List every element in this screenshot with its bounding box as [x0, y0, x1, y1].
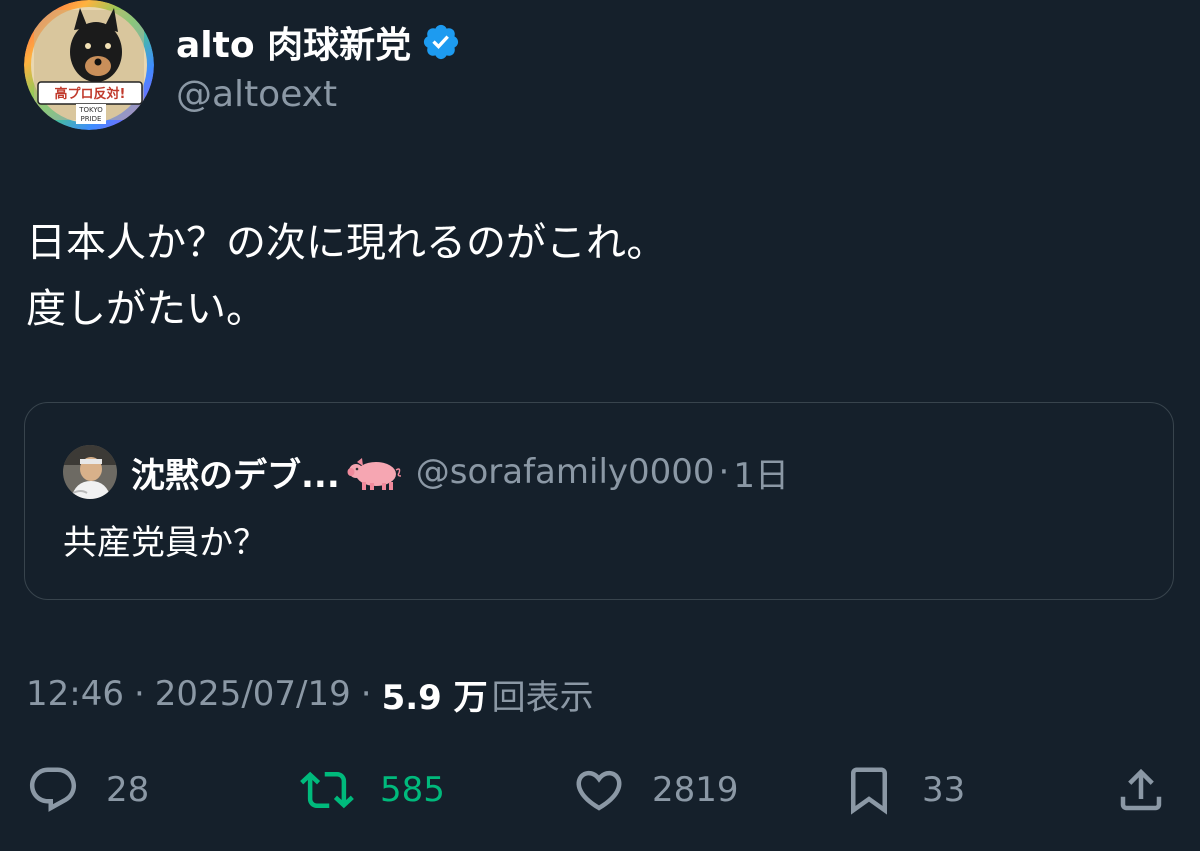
retweet-count: 585 — [380, 770, 445, 810]
separator-dot: · — [360, 674, 372, 714]
avatar-badge-text: 高プロ反対! — [55, 86, 126, 102]
tweet-date[interactable]: 2025/07/19 — [155, 674, 351, 714]
like-button[interactable]: 2819 — [572, 760, 739, 820]
quoted-author-handle: @sorafamily0000 — [415, 452, 715, 492]
share-icon — [1120, 768, 1162, 811]
avatar-image: 高プロ反対! TOKYO PRIDE — [24, 0, 154, 130]
reply-button[interactable]: 28 — [26, 760, 149, 820]
tweet-text: 日本人か？の次に現れるのがこれ。 度しがたい。 — [26, 210, 666, 342]
quoted-author-name: 沈黙のデブ... — [131, 455, 340, 496]
author-handle[interactable]: @altoext — [176, 74, 337, 115]
retweet-button[interactable]: 585 — [300, 760, 445, 820]
like-count: 2819 — [652, 770, 739, 810]
pig-icon — [346, 452, 402, 492]
quoted-tweet-text: 共産党員か？ — [63, 523, 267, 563]
tweet-time[interactable]: 12:46 — [26, 674, 124, 714]
views-label: 回表示 — [491, 677, 594, 718]
quoted-author-avatar — [63, 445, 117, 499]
share-button[interactable] — [1114, 760, 1168, 820]
author-name-row: alto 肉球新党 — [176, 18, 461, 66]
bookmark-icon — [851, 767, 887, 815]
author-display-name[interactable]: alto 肉球新党 — [176, 16, 411, 68]
tweet-detail: 高プロ反対! TOKYO PRIDE alto 肉球新党 @altoext 日本… — [0, 0, 1200, 851]
avatar-sub-text-1: TOKYO — [78, 106, 103, 114]
avatar-sub-text-2: PRIDE — [81, 115, 102, 123]
quoted-tweet-time: 1日 — [733, 455, 789, 496]
tweet-metadata: 12:46 · 2025/07/19 · 5.9 万 回表示 — [26, 668, 594, 720]
author-avatar[interactable]: 高プロ反対! TOKYO PRIDE — [24, 0, 154, 130]
separator-dot: · — [133, 674, 145, 714]
tweet-text-line: 度しがたい。 — [26, 286, 266, 332]
action-bar: 28 585 2819 33 — [0, 760, 1200, 820]
quoted-tweet-header: 沈黙のデブ... @sorafamily0000 · 1日 — [131, 447, 789, 497]
reply-icon — [29, 767, 77, 812]
bookmark-count: 33 — [922, 770, 966, 810]
views-count: 5.9 万 — [381, 677, 488, 718]
quoted-tweet-card[interactable]: 沈黙のデブ... @sorafamily0000 · 1日 共産党員か？ — [24, 402, 1174, 600]
heart-icon — [576, 770, 622, 811]
bookmark-button[interactable]: 33 — [842, 760, 965, 820]
reply-count: 28 — [106, 770, 150, 810]
retweet-icon — [300, 771, 354, 809]
verified-badge-icon — [421, 22, 461, 62]
separator-dot: · — [718, 452, 730, 492]
tweet-text-line: 日本人か？の次に現れるのがこれ。 — [26, 220, 667, 266]
